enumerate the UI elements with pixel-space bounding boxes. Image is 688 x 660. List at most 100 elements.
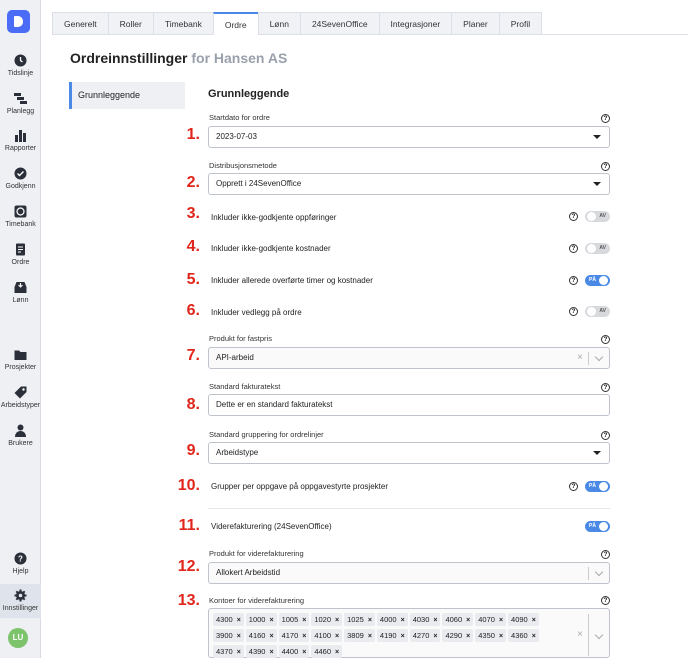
tab-ordre[interactable]: Ordre — [212, 12, 258, 35]
remove-tag-icon[interactable]: × — [237, 649, 241, 656]
remove-tag-icon[interactable]: × — [335, 617, 339, 624]
remove-tag-icon[interactable]: × — [269, 649, 273, 656]
chevron-down-icon[interactable] — [594, 630, 604, 640]
tab-24sevenoffice[interactable]: 24SevenOffice — [299, 12, 379, 35]
account-tag: 1005 × — [278, 613, 310, 626]
sidebar-item-prosjekter[interactable]: Prosjekter — [0, 348, 41, 371]
remove-tag-icon[interactable]: × — [269, 617, 273, 624]
remove-tag-icon[interactable]: × — [401, 617, 405, 624]
help-icon[interactable]: ? — [569, 482, 578, 491]
remove-tag-icon[interactable]: × — [302, 633, 306, 640]
remove-tag-icon[interactable]: × — [466, 617, 470, 624]
remove-tag-icon[interactable]: × — [237, 633, 241, 640]
account-tag-label: 3900 — [216, 631, 233, 640]
sidebar-item-ordre[interactable]: Ordre — [0, 243, 41, 266]
toggle-grupper-oppgave[interactable]: PÅ — [585, 481, 610, 492]
remove-tag-icon[interactable]: × — [302, 617, 306, 624]
account-tag-label: 1025 — [347, 615, 364, 624]
remove-tag-icon[interactable]: × — [433, 633, 437, 640]
annotation-number: 3. — [186, 205, 200, 222]
caret-down-icon — [593, 182, 601, 186]
sidebar-item-lonn[interactable]: Lønn — [0, 281, 41, 304]
remove-tag-icon[interactable]: × — [499, 633, 503, 640]
help-icon[interactable]: ? — [601, 114, 610, 123]
sidebar-item-arbeidstyper[interactable]: Arbeidstyper — [0, 386, 41, 409]
help-icon[interactable]: ? — [601, 383, 610, 392]
account-tag-label: 4270 — [412, 631, 430, 640]
remove-tag-icon[interactable]: × — [401, 633, 405, 640]
avatar[interactable]: LU — [8, 628, 28, 648]
remove-tag-icon[interactable]: × — [532, 617, 536, 624]
tab-integrasjoner[interactable]: Integrasjoner — [378, 12, 452, 35]
account-tag: 4160 × — [245, 629, 277, 642]
remove-tag-icon[interactable]: × — [335, 633, 339, 640]
help-icon[interactable]: ? — [569, 307, 578, 316]
toggle-ikke-godkjente-kostnader[interactable]: AV — [585, 243, 610, 254]
remove-tag-icon[interactable]: × — [433, 617, 437, 624]
divider — [588, 567, 589, 580]
clear-icon[interactable]: × — [577, 348, 583, 368]
remove-tag-icon[interactable]: × — [466, 633, 470, 640]
tab-roller[interactable]: Roller — [107, 12, 153, 35]
sidebar-item-timebank[interactable]: Timebank — [0, 205, 41, 228]
annotation-number: 7. — [186, 347, 200, 364]
remove-tag-icon[interactable]: × — [302, 649, 306, 656]
remove-tag-icon[interactable]: × — [237, 617, 241, 624]
help-icon[interactable]: ? — [601, 431, 610, 440]
remove-tag-icon[interactable]: × — [499, 617, 503, 624]
remove-tag-icon[interactable]: × — [269, 633, 273, 640]
folder-icon — [14, 348, 28, 362]
sidebar-item-tidslinje[interactable]: Tidslinje — [0, 54, 41, 77]
gruppering-select[interactable]: Arbeidstype — [208, 442, 610, 464]
help-icon[interactable]: ? — [601, 162, 610, 171]
sidebar-item-innstillinger[interactable]: Innstillinger — [0, 584, 41, 618]
toggle-viderefakturering[interactable]: PÅ — [585, 521, 610, 532]
chevron-down-icon[interactable] — [594, 352, 604, 362]
toggle-allerede-overforte[interactable]: PÅ — [585, 275, 610, 286]
produkt-fastpris-select[interactable]: API-arbeid × — [208, 347, 610, 369]
subnav-grunnleggende[interactable]: Grunnleggende — [69, 82, 185, 109]
toggle-ikke-godkjente-oppforinger[interactable]: AV — [585, 211, 610, 222]
toggle-vedlegg[interactable]: AV — [585, 306, 610, 317]
clear-icon[interactable]: × — [577, 629, 583, 640]
tab-planer[interactable]: Planer — [451, 12, 499, 35]
account-tag: 3900 × — [213, 629, 244, 642]
sidebar-item-rapporter[interactable]: Rapporter — [0, 129, 41, 152]
startdato-select[interactable]: 2023-07-03 — [208, 126, 610, 148]
sidebar-item-godkjenn[interactable]: Godkjenn — [0, 167, 41, 190]
tab-timebank[interactable]: Timebank — [152, 12, 213, 35]
account-tag-label: 4060 — [445, 615, 463, 624]
account-tag: 4030 × — [409, 613, 441, 626]
gear-icon — [14, 589, 28, 603]
remove-tag-icon[interactable]: × — [335, 649, 339, 656]
account-tag-label: 1005 — [281, 615, 299, 624]
kontoer-multiselect[interactable]: 4300 × 1000 × 1005 × 1020 × 1025 × 4000 × 4030 × 4060 ×… — [208, 608, 610, 658]
tab-lonn[interactable]: Lønn — [257, 12, 300, 35]
remove-tag-icon[interactable]: × — [368, 633, 372, 640]
sidebar-item-brukere[interactable]: Brukere — [0, 424, 41, 447]
help-icon[interactable]: ? — [601, 335, 610, 344]
sidebar: Tidslinje Planlegg Rapporter Godkjenn Ti… — [0, 0, 41, 658]
help-icon[interactable]: ? — [601, 596, 610, 605]
sidebar-item-planlegg[interactable]: Planlegg — [0, 92, 41, 115]
produkt-viderefakturering-select[interactable]: Allokert Arbeidstid — [208, 562, 610, 584]
chevron-down-icon[interactable] — [594, 567, 604, 577]
remove-tag-icon[interactable]: × — [368, 617, 372, 624]
distribusjonsmetode-select[interactable]: Opprett i 24SevenOffice — [208, 173, 610, 195]
fakturatekst-input[interactable]: Dette er en standard fakturatekst — [208, 394, 610, 416]
inbox-icon — [14, 281, 28, 295]
remove-tag-icon[interactable]: × — [532, 633, 536, 640]
field-label: Distribusjonsmetode — [209, 161, 277, 170]
select-value: Opprett i 24SevenOffice — [216, 179, 302, 188]
app-logo[interactable] — [7, 10, 30, 33]
tab-generelt[interactable]: Generelt — [52, 12, 108, 35]
account-tag: 3809 × — [344, 629, 375, 642]
tag-icon — [14, 386, 28, 400]
help-icon[interactable]: ? — [601, 550, 610, 559]
tab-profil[interactable]: Profil — [498, 12, 543, 35]
sidebar-item-hjelp[interactable]: ? Hjelp — [0, 552, 41, 575]
help-icon[interactable]: ? — [569, 212, 578, 221]
toggle-knob — [587, 307, 596, 316]
help-icon[interactable]: ? — [569, 244, 578, 253]
help-icon[interactable]: ? — [569, 276, 578, 285]
